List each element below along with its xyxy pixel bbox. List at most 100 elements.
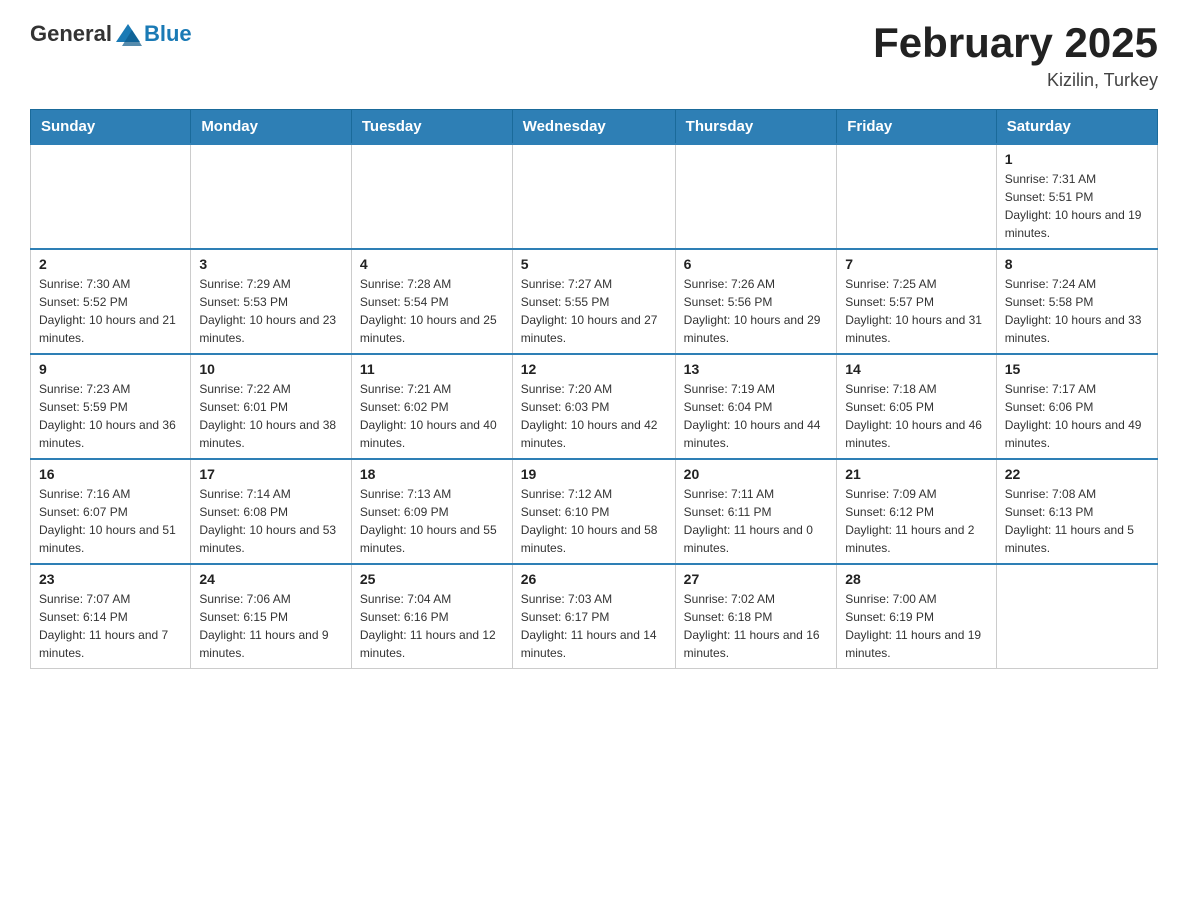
day-info: Sunrise: 7:19 AMSunset: 6:04 PMDaylight:…: [684, 380, 829, 452]
day-number: 5: [521, 256, 667, 272]
table-row: 18Sunrise: 7:13 AMSunset: 6:09 PMDayligh…: [351, 459, 512, 564]
table-row: [675, 144, 837, 249]
day-number: 28: [845, 571, 987, 587]
day-number: 21: [845, 466, 987, 482]
day-info: Sunrise: 7:02 AMSunset: 6:18 PMDaylight:…: [684, 590, 829, 662]
day-number: 25: [360, 571, 504, 587]
table-row: [837, 144, 996, 249]
col-sunday: Sunday: [31, 110, 191, 145]
day-number: 6: [684, 256, 829, 272]
table-row: 14 Sunrise: 7:18 AMSunset: 6:05 PMDayligh…: [837, 354, 996, 459]
table-row: 6 Sunrise: 7:26 AMSunset: 5:56 PMDaylight…: [675, 249, 837, 354]
table-row: 23 Sunrise: 7:07 AMSunset: 6:14 PMDayligh…: [31, 564, 191, 669]
day-info: Sunrise: 7:30 AMSunset: 5:52 PMDaylight:…: [39, 275, 182, 347]
table-row: 19 Sunrise: 7:12 AMSunset: 6:10 PMDayligh…: [512, 459, 675, 564]
table-row: 11 Sunrise: 7:21 AMSunset: 6:02 PMDayligh…: [351, 354, 512, 459]
col-thursday: Thursday: [675, 110, 837, 145]
logo-icon: [114, 20, 142, 48]
table-row: 7 Sunrise: 7:25 AMSunset: 5:57 PMDaylight…: [837, 249, 996, 354]
day-info: Sunrise: 7:24 AMSunset: 5:58 PMDaylight:…: [1005, 275, 1149, 347]
col-wednesday: Wednesday: [512, 110, 675, 145]
day-info: Sunrise: 7:18 AMSunset: 6:05 PMDaylight:…: [845, 380, 987, 452]
table-row: 4 Sunrise: 7:28 AMSunset: 5:54 PMDaylight…: [351, 249, 512, 354]
day-number: 10: [199, 361, 343, 377]
day-info: Sunrise: 7:12 AMSunset: 6:10 PMDaylight:…: [521, 485, 667, 557]
page-header: General Blue February 2025 Kizilin, Turk…: [30, 20, 1158, 91]
day-number: 8: [1005, 256, 1149, 272]
month-title: February 2025: [873, 20, 1158, 66]
day-number: 3: [199, 256, 343, 272]
table-row: [191, 144, 352, 249]
day-info: Sunrise: 7:03 AMSunset: 6:17 PMDaylight:…: [521, 590, 667, 662]
table-row: 21Sunrise: 7:09 AMSunset: 6:12 PMDayligh…: [837, 459, 996, 564]
day-info: Sunrise: 7:28 AMSunset: 5:54 PMDaylight:…: [360, 275, 504, 347]
day-info: Sunrise: 7:25 AMSunset: 5:57 PMDaylight:…: [845, 275, 987, 347]
table-row: 15 Sunrise: 7:17 AMSunset: 6:06 PMDayligh…: [996, 354, 1157, 459]
day-info: Sunrise: 7:26 AMSunset: 5:56 PMDaylight:…: [684, 275, 829, 347]
day-number: 2: [39, 256, 182, 272]
table-row: [351, 144, 512, 249]
table-row: 10 Sunrise: 7:22 AMSunset: 6:01 PMDayligh…: [191, 354, 352, 459]
col-monday: Monday: [191, 110, 352, 145]
calendar-week-row: 23 Sunrise: 7:07 AMSunset: 6:14 PMDayligh…: [31, 564, 1158, 669]
day-info: Sunrise: 7:21 AMSunset: 6:02 PMDaylight:…: [360, 380, 504, 452]
day-info: Sunrise: 7:16 AMSunset: 6:07 PMDaylight:…: [39, 485, 182, 557]
calendar-week-row: 16 Sunrise: 7:16 AMSunset: 6:07 PMDayligh…: [31, 459, 1158, 564]
day-number: 27: [684, 571, 829, 587]
col-friday: Friday: [837, 110, 996, 145]
day-info: Sunrise: 7:11 AMSunset: 6:11 PMDaylight:…: [684, 485, 829, 557]
location: Kizilin, Turkey: [873, 70, 1158, 91]
table-row: 8 Sunrise: 7:24 AMSunset: 5:58 PMDaylight…: [996, 249, 1157, 354]
day-number: 24: [199, 571, 343, 587]
day-info: Sunrise: 7:31 AMSunset: 5:51 PMDaylight:…: [1005, 170, 1149, 242]
day-number: 17: [199, 466, 343, 482]
table-row: 25 Sunrise: 7:04 AMSunset: 6:16 PMDayligh…: [351, 564, 512, 669]
col-saturday: Saturday: [996, 110, 1157, 145]
calendar-week-row: 1Sunrise: 7:31 AMSunset: 5:51 PMDaylight…: [31, 144, 1158, 249]
day-number: 14: [845, 361, 987, 377]
day-number: 22: [1005, 466, 1149, 482]
table-row: 27 Sunrise: 7:02 AMSunset: 6:18 PMDayligh…: [675, 564, 837, 669]
table-row: 9Sunrise: 7:23 AMSunset: 5:59 PMDaylight…: [31, 354, 191, 459]
day-number: 16: [39, 466, 182, 482]
day-number: 9: [39, 361, 182, 377]
table-row: 3 Sunrise: 7:29 AMSunset: 5:53 PMDaylight…: [191, 249, 352, 354]
calendar-header-row: Sunday Monday Tuesday Wednesday Thursday…: [31, 110, 1158, 145]
table-row: 5 Sunrise: 7:27 AMSunset: 5:55 PMDaylight…: [512, 249, 675, 354]
day-info: Sunrise: 7:04 AMSunset: 6:16 PMDaylight:…: [360, 590, 504, 662]
table-row: 28 Sunrise: 7:00 AMSunset: 6:19 PMDayligh…: [837, 564, 996, 669]
day-info: Sunrise: 7:17 AMSunset: 6:06 PMDaylight:…: [1005, 380, 1149, 452]
day-number: 19: [521, 466, 667, 482]
day-info: Sunrise: 7:07 AMSunset: 6:14 PMDaylight:…: [39, 590, 182, 662]
day-number: 11: [360, 361, 504, 377]
title-block: February 2025 Kizilin, Turkey: [873, 20, 1158, 91]
col-tuesday: Tuesday: [351, 110, 512, 145]
day-info: Sunrise: 7:06 AMSunset: 6:15 PMDaylight:…: [199, 590, 343, 662]
day-number: 15: [1005, 361, 1149, 377]
day-info: Sunrise: 7:27 AMSunset: 5:55 PMDaylight:…: [521, 275, 667, 347]
day-number: 20: [684, 466, 829, 482]
table-row: 1Sunrise: 7:31 AMSunset: 5:51 PMDaylight…: [996, 144, 1157, 249]
calendar-week-row: 2 Sunrise: 7:30 AMSunset: 5:52 PMDaylight…: [31, 249, 1158, 354]
day-number: 23: [39, 571, 182, 587]
day-info: Sunrise: 7:13 AMSunset: 6:09 PMDaylight:…: [360, 485, 504, 557]
day-info: Sunrise: 7:08 AMSunset: 6:13 PMDaylight:…: [1005, 485, 1149, 557]
day-number: 7: [845, 256, 987, 272]
table-row: 2 Sunrise: 7:30 AMSunset: 5:52 PMDaylight…: [31, 249, 191, 354]
day-number: 4: [360, 256, 504, 272]
table-row: 26 Sunrise: 7:03 AMSunset: 6:17 PMDayligh…: [512, 564, 675, 669]
day-number: 12: [521, 361, 667, 377]
calendar-week-row: 9Sunrise: 7:23 AMSunset: 5:59 PMDaylight…: [31, 354, 1158, 459]
day-info: Sunrise: 7:14 AMSunset: 6:08 PMDaylight:…: [199, 485, 343, 557]
table-row: [996, 564, 1157, 669]
table-row: 24 Sunrise: 7:06 AMSunset: 6:15 PMDayligh…: [191, 564, 352, 669]
day-info: Sunrise: 7:22 AMSunset: 6:01 PMDaylight:…: [199, 380, 343, 452]
day-info: Sunrise: 7:20 AMSunset: 6:03 PMDaylight:…: [521, 380, 667, 452]
table-row: 13Sunrise: 7:19 AMSunset: 6:04 PMDayligh…: [675, 354, 837, 459]
table-row: 17 Sunrise: 7:14 AMSunset: 6:08 PMDayligh…: [191, 459, 352, 564]
day-info: Sunrise: 7:00 AMSunset: 6:19 PMDaylight:…: [845, 590, 987, 662]
day-number: 26: [521, 571, 667, 587]
logo-blue-text: Blue: [144, 21, 192, 47]
day-info: Sunrise: 7:29 AMSunset: 5:53 PMDaylight:…: [199, 275, 343, 347]
logo-general-text: General: [30, 21, 112, 47]
